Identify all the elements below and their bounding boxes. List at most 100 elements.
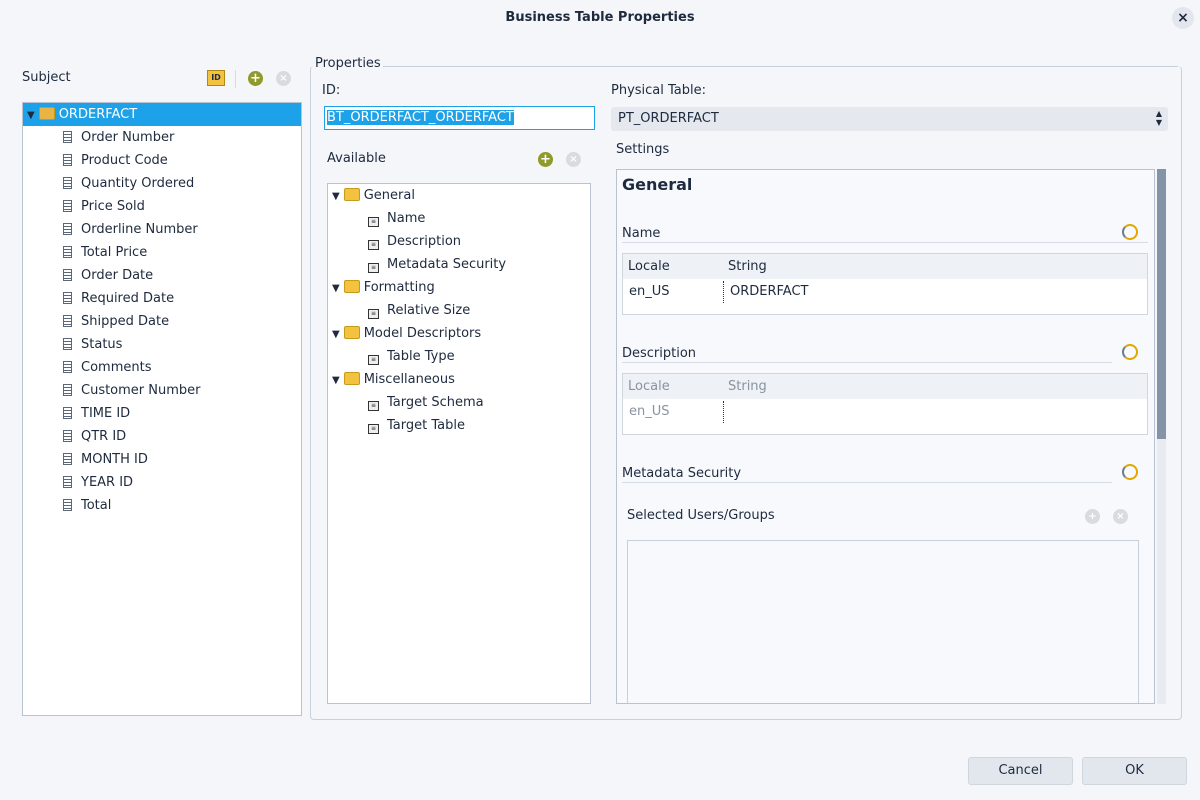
expand-icon[interactable]: ▼ (332, 369, 340, 392)
settings-heading: General (622, 175, 693, 194)
property-icon: ≡ (368, 240, 379, 250)
physical-table-select[interactable]: PT_ORDERFACT ▲ ▼ (611, 107, 1168, 131)
column-item[interactable]: Orderline Number (63, 218, 198, 241)
column-item[interactable]: Price Sold (63, 195, 145, 218)
group-label: Model Descriptors (363, 326, 482, 341)
group-label: General (363, 188, 415, 203)
property-item[interactable]: ≡ Name (368, 207, 425, 230)
group-miscellaneous[interactable]: ▼ Miscellaneous (332, 368, 455, 391)
subject-tree[interactable]: ▼ ORDERFACT Order Number Product Code Quant… (22, 102, 302, 716)
add-property-button[interactable]: + (538, 152, 553, 167)
name-table[interactable]: Locale String en_US ORDERFACT (622, 253, 1148, 315)
settings-panel: General Name Locale String en_US ORDERFA… (616, 169, 1155, 704)
group-general[interactable]: ▼ General (332, 184, 415, 207)
users-list[interactable] (627, 540, 1139, 703)
column-label: Orderline Number (81, 222, 198, 237)
cancel-button[interactable]: Cancel (968, 757, 1073, 785)
col-string: String (728, 379, 767, 394)
column-icon (63, 430, 72, 442)
column-icon (63, 361, 72, 373)
column-icon (63, 407, 72, 419)
column-item[interactable]: YEAR ID (63, 471, 133, 494)
group-label: Formatting (363, 280, 435, 295)
column-item[interactable]: Required Date (63, 287, 174, 310)
tree-root-orderfact[interactable]: ▼ ORDERFACT (23, 103, 301, 126)
column-item[interactable]: Status (63, 333, 122, 356)
settings-scrollbar[interactable] (1157, 169, 1166, 704)
column-icon (63, 384, 72, 396)
column-icon (63, 499, 72, 511)
property-item[interactable]: ≡ Table Type (368, 345, 455, 368)
property-label: Description (387, 234, 462, 249)
column-item[interactable]: Comments (63, 356, 151, 379)
property-item[interactable]: ≡ Relative Size (368, 299, 470, 322)
link-icon[interactable] (1122, 224, 1138, 240)
column-item[interactable]: Shipped Date (63, 310, 169, 333)
column-label: Status (81, 337, 123, 352)
available-tree[interactable]: ▼ General ≡ Name ≡ Description ≡ Metadata Secur… (327, 183, 591, 704)
column-item[interactable]: Quantity Ordered (63, 172, 194, 195)
group-model-descriptors[interactable]: ▼ Model Descriptors (332, 322, 481, 345)
users-label: Selected Users/Groups (627, 508, 775, 523)
column-item[interactable]: QTR ID (63, 425, 126, 448)
add-user-button[interactable]: + (1085, 509, 1100, 524)
column-label: Shipped Date (81, 314, 170, 329)
expand-icon[interactable]: ▼ (332, 323, 340, 346)
add-column-button[interactable]: + (248, 71, 263, 86)
col-locale: Locale (628, 259, 670, 274)
column-label: MONTH ID (81, 452, 148, 467)
folder-icon (343, 372, 360, 385)
property-label: Target Table (387, 418, 465, 433)
property-label: Table Type (387, 349, 455, 364)
column-item[interactable]: Total (63, 494, 111, 517)
settings-label: Settings (616, 142, 670, 157)
remove-property-button[interactable]: × (566, 152, 581, 167)
column-item[interactable]: Order Date (63, 264, 153, 287)
locale-cell: en_US (629, 284, 670, 299)
column-icon (63, 223, 72, 235)
column-label: Total Price (81, 245, 148, 260)
close-button[interactable]: × (1172, 7, 1194, 29)
column-item[interactable]: MONTH ID (63, 448, 148, 471)
link-icon[interactable] (1122, 464, 1138, 480)
property-item[interactable]: ≡ Description (368, 230, 461, 253)
expand-icon[interactable]: ▼ (332, 185, 340, 208)
physical-table-value: PT_ORDERFACT (618, 111, 719, 126)
property-item[interactable]: ≡ Target Table (368, 414, 465, 437)
expand-icon[interactable]: ▼ (332, 277, 340, 300)
updown-icon: ▲ ▼ (1155, 109, 1162, 127)
property-icon: ≡ (368, 401, 379, 411)
column-item[interactable]: Product Code (63, 149, 168, 172)
name-label: Name (622, 226, 661, 241)
expand-icon[interactable]: ▼ (27, 104, 35, 127)
remove-column-button[interactable]: × (276, 71, 291, 86)
column-item[interactable]: Total Price (63, 241, 147, 264)
description-table[interactable]: Locale String en_US (622, 373, 1148, 435)
link-icon[interactable] (1122, 344, 1138, 360)
scrollbar-thumb[interactable] (1157, 169, 1166, 439)
ok-button[interactable]: OK (1082, 757, 1187, 785)
physical-table-label: Physical Table: (611, 83, 707, 98)
property-label: Metadata Security (387, 257, 507, 272)
column-item[interactable]: Customer Number (63, 379, 201, 402)
property-item[interactable]: ≡ Metadata Security (368, 253, 506, 276)
column-item[interactable]: Order Number (63, 126, 174, 149)
property-icon: ≡ (368, 309, 379, 319)
column-label: QTR ID (81, 429, 127, 444)
group-formatting[interactable]: ▼ Formatting (332, 276, 435, 299)
id-input[interactable]: BT_ORDERFACT_ORDERFACT (324, 106, 595, 130)
column-label: YEAR ID (81, 475, 134, 490)
column-label: Total (81, 498, 112, 513)
column-label: Price Sold (81, 199, 145, 214)
property-item[interactable]: ≡ Target Schema (368, 391, 484, 414)
column-icon (63, 200, 72, 212)
divider (622, 362, 1112, 363)
property-icon: ≡ (368, 217, 379, 227)
column-label: Comments (81, 360, 152, 375)
string-cell[interactable]: ORDERFACT (730, 284, 809, 299)
column-icon (63, 338, 72, 350)
column-item[interactable]: TIME ID (63, 402, 130, 425)
set-id-icon[interactable]: ID (207, 70, 225, 86)
col-locale: Locale (628, 379, 670, 394)
remove-user-button[interactable]: × (1113, 509, 1128, 524)
